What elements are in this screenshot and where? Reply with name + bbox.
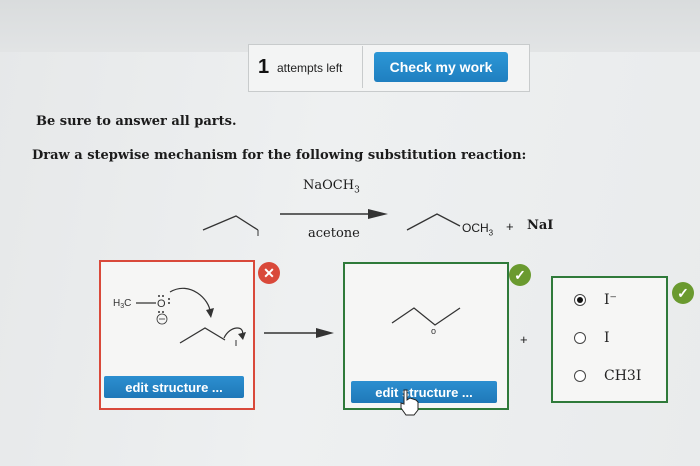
option-label: CH3I: [604, 368, 642, 384]
radio-button-selected[interactable]: [574, 294, 586, 306]
answer-plus: +: [520, 332, 528, 347]
option-methyl-iodide[interactable]: CH3I: [574, 368, 641, 384]
radio-button[interactable]: [574, 332, 586, 344]
hand-cursor-icon: [400, 389, 419, 416]
svg-text:o: o: [431, 326, 436, 336]
check-icon: ✓: [672, 282, 694, 304]
option-label: I: [604, 330, 610, 346]
edit-structure-button-2[interactable]: edit structure ...: [351, 381, 497, 403]
radio-button[interactable]: [574, 370, 586, 382]
option-label: I⁻: [604, 292, 617, 308]
option-iodine[interactable]: I: [574, 330, 610, 346]
option-iodide[interactable]: I⁻: [574, 292, 617, 308]
